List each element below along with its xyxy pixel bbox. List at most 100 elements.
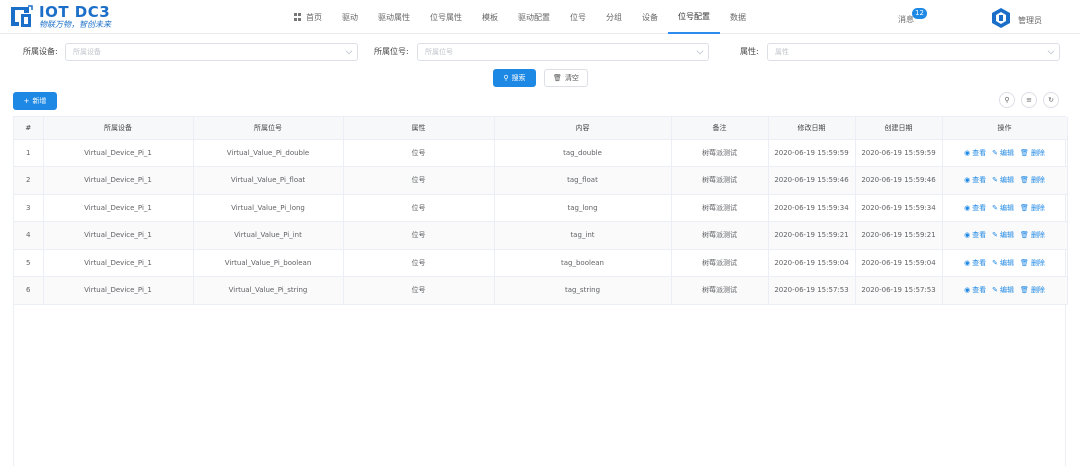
trash-icon: 🗑 <box>1020 176 1029 185</box>
cell-remark: 树莓派测试 <box>671 194 769 222</box>
cell-point: Virtual_Value_Pi_float <box>193 166 344 195</box>
column-header: 内容 <box>494 117 672 140</box>
edit-button[interactable]: ✎ 编辑 <box>992 285 1014 295</box>
attr-filter-placeholder: 属性 <box>775 48 789 56</box>
column-header: 操作 <box>942 117 1068 140</box>
cell-created: 2020-06-19 15:59:59 <box>855 139 943 167</box>
delete-button[interactable]: 🗑 删除 <box>1020 203 1045 213</box>
delete-button[interactable]: 🗑 删除 <box>1020 148 1045 158</box>
cell-actions: ◉ 查看 ✎ 编辑 🗑 删除 <box>942 166 1068 195</box>
app-logo[interactable]: IOT DC3 物联万物，智创未来 <box>8 3 111 31</box>
nav-item-2[interactable]: 驱动属性 <box>368 0 420 34</box>
cell-idx: 1 <box>14 139 44 167</box>
edit-icon: ✎ <box>992 148 999 157</box>
trash-icon: 🗑 <box>553 74 562 82</box>
point-info-table: # 所属设备 所属位号 属性 内容 备注 修改日期 创建日期 操作 1 Virtual_Devic… <box>13 116 1068 466</box>
user-avatar-icon <box>992 8 1010 28</box>
view-button[interactable]: ◉ 查看 <box>964 230 986 240</box>
nav-item-label: 驱动 <box>342 12 358 22</box>
view-button[interactable]: ◉ 查看 <box>964 148 986 158</box>
plus-icon: + <box>23 97 30 105</box>
eye-icon: ◉ <box>964 148 971 157</box>
cell-point: Virtual_Value_Pi_string <box>193 276 344 305</box>
view-button[interactable]: ◉ 查看 <box>964 175 986 185</box>
column-header: 备注 <box>671 117 769 140</box>
chevron-down-icon <box>345 47 353 55</box>
view-button[interactable]: ◉ 查看 <box>964 285 986 295</box>
trash-icon: 🗑 <box>1020 148 1029 157</box>
nav-item-4[interactable]: 模板 <box>472 0 508 34</box>
nav-item-8[interactable]: 设备 <box>632 0 668 34</box>
nav-item-label: 位号 <box>570 12 586 22</box>
cell-device: Virtual_Device_Pi_1 <box>43 249 194 277</box>
sliders-icon[interactable]: ≡ <box>1021 92 1037 108</box>
main-nav: 首页 驱动 驱动属性 位号属性 模板 驱动配置 位号 分组 设备 位号配置 数据 <box>284 0 756 34</box>
eye-icon: ◉ <box>964 258 971 267</box>
cell-device: Virtual_Device_Pi_1 <box>43 221 194 250</box>
column-header: 所属位号 <box>193 117 344 140</box>
column-header: # <box>14 117 44 140</box>
view-button[interactable]: ◉ 查看 <box>964 258 986 268</box>
nav-item-9[interactable]: 位号配置 <box>668 0 720 34</box>
add-button[interactable]: + 新增 <box>13 92 57 110</box>
search-icon[interactable]: ⚲ <box>999 92 1015 108</box>
table-toolbar: ⚲ ≡ ↻ <box>999 92 1059 108</box>
edit-button[interactable]: ✎ 编辑 <box>992 148 1014 158</box>
nav-item-label: 设备 <box>642 12 658 22</box>
nav-item-5[interactable]: 驱动配置 <box>508 0 560 34</box>
nav-item-0[interactable]: 首页 <box>284 0 332 34</box>
cell-created: 2020-06-19 15:59:21 <box>855 221 943 250</box>
cell-point: Virtual_Value_Pi_long <box>193 194 344 222</box>
search-button[interactable]: ⚲ 搜索 <box>493 69 536 87</box>
trash-icon: 🗑 <box>1020 231 1029 240</box>
edit-button[interactable]: ✎ 编辑 <box>992 230 1014 240</box>
cell-remark: 树莓派测试 <box>671 166 769 195</box>
delete-button[interactable]: 🗑 删除 <box>1020 258 1045 268</box>
refresh-icon[interactable]: ↻ <box>1043 92 1059 108</box>
cell-content: tag_float <box>494 166 672 195</box>
filter-bar: 所属设备: 所属设备 所属位号: 所属位号 属性: 属性 <box>0 42 1080 62</box>
table-row: 2 Virtual_Device_Pi_1 Virtual_Value_Pi_flo… <box>14 166 1068 195</box>
cell-device: Virtual_Device_Pi_1 <box>43 139 194 167</box>
cell-device: Virtual_Device_Pi_1 <box>43 194 194 222</box>
cell-remark: 树莓派测试 <box>671 139 769 167</box>
cell-attr: 位号 <box>343 194 495 222</box>
table-row: 6 Virtual_Device_Pi_1 Virtual_Value_Pi_str… <box>14 276 1068 305</box>
nav-item-3[interactable]: 位号属性 <box>420 0 472 34</box>
cell-content: tag_double <box>494 139 672 167</box>
attr-filter-label: 属性: <box>740 47 759 56</box>
cell-updated: 2020-06-19 15:59:46 <box>768 166 856 195</box>
cell-device: Virtual_Device_Pi_1 <box>43 276 194 305</box>
nav-item-10[interactable]: 数据 <box>720 0 756 34</box>
cell-actions: ◉ 查看 ✎ 编辑 🗑 删除 <box>942 139 1068 167</box>
edit-button[interactable]: ✎ 编辑 <box>992 203 1014 213</box>
message-count-badge: 12 <box>912 8 927 19</box>
search-icon: ⚲ <box>503 74 509 82</box>
edit-button[interactable]: ✎ 编辑 <box>992 258 1014 268</box>
device-filter-select[interactable]: 所属设备 <box>65 43 358 61</box>
nav-item-1[interactable]: 驱动 <box>332 0 368 34</box>
cell-created: 2020-06-19 15:59:04 <box>855 249 943 277</box>
table-row: 4 Virtual_Device_Pi_1 Virtual_Value_Pi_int… <box>14 221 1068 250</box>
cell-attr: 位号 <box>343 249 495 277</box>
cell-updated: 2020-06-19 15:59:59 <box>768 139 856 167</box>
edit-icon: ✎ <box>992 176 999 185</box>
attr-filter-select[interactable]: 属性 <box>767 43 1060 61</box>
device-filter-placeholder: 所属设备 <box>73 48 101 56</box>
edit-icon: ✎ <box>992 258 999 267</box>
delete-button[interactable]: 🗑 删除 <box>1020 230 1045 240</box>
user-menu[interactable]: 管理员 <box>990 7 1042 29</box>
nav-item-label: 驱动配置 <box>518 12 550 22</box>
view-button[interactable]: ◉ 查看 <box>964 203 986 213</box>
point-filter-select[interactable]: 所属位号 <box>417 43 709 61</box>
nav-item-6[interactable]: 位号 <box>560 0 596 34</box>
column-header: 所属设备 <box>43 117 194 140</box>
cell-attr: 位号 <box>343 276 495 305</box>
cell-idx: 2 <box>14 166 44 195</box>
delete-button[interactable]: 🗑 删除 <box>1020 285 1045 295</box>
nav-item-label: 分组 <box>606 12 622 22</box>
delete-button[interactable]: 🗑 删除 <box>1020 175 1045 185</box>
edit-button[interactable]: ✎ 编辑 <box>992 175 1014 185</box>
clear-button[interactable]: 🗑 清空 <box>544 69 588 87</box>
nav-item-7[interactable]: 分组 <box>596 0 632 34</box>
